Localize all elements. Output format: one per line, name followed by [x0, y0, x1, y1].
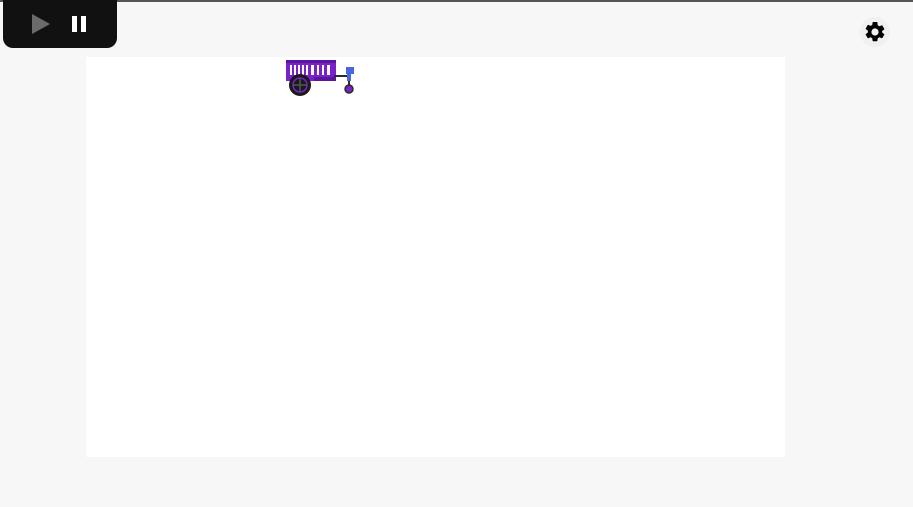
gear-icon: [865, 21, 885, 42]
pause-icon: [72, 16, 86, 32]
stage-canvas[interactable]: [86, 57, 785, 457]
play-icon: [32, 14, 50, 34]
settings-button[interactable]: [860, 17, 890, 47]
pause-button[interactable]: [68, 13, 90, 35]
top-border: [0, 0, 913, 2]
playback-controls: [3, 0, 117, 48]
cart-sprite[interactable]: [284, 57, 356, 97]
play-button[interactable]: [30, 13, 52, 35]
